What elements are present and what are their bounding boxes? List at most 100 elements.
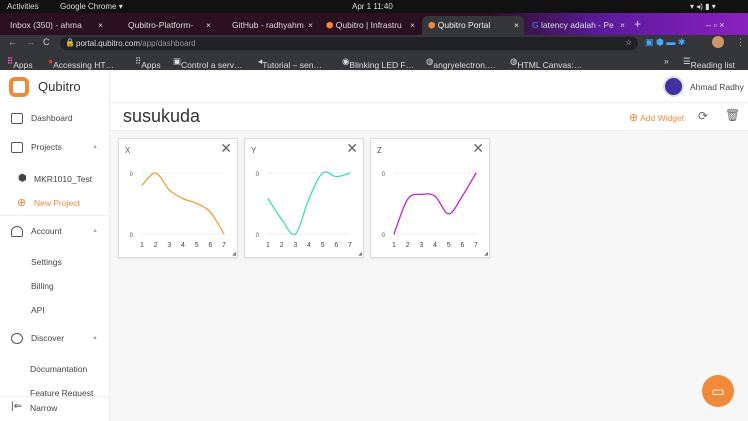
close-icon[interactable]: × xyxy=(308,20,313,30)
sidebar-label: Documantation xyxy=(30,364,88,374)
extension-icons[interactable]: ▣ ⬢ ▬ ✱ xyxy=(645,37,685,48)
bookmark[interactable]: ⠿ Apps xyxy=(7,56,33,70)
data-point xyxy=(168,189,170,191)
bookmarks-bar: ⠿ Apps ● Accessing HT… ⠿ Apps ▣ Control … xyxy=(0,52,748,70)
sidebar-label: Account xyxy=(31,226,62,236)
close-icon[interactable]: × xyxy=(206,20,211,30)
bookmark[interactable]: ◂ Tutorial – sen… xyxy=(258,56,322,70)
forward-icon[interactable]: → xyxy=(26,37,35,47)
url-input[interactable]: 🔒 portal.qubitro.com/app/dashboard ☆ xyxy=(60,37,638,50)
tab-label: latency adalah - Pe xyxy=(541,20,614,30)
data-point xyxy=(223,233,225,235)
bookmark[interactable]: ◍ angryelectron.… xyxy=(426,56,496,70)
data-point xyxy=(461,195,463,197)
data-point xyxy=(448,213,450,215)
data-point xyxy=(475,172,477,174)
close-icon[interactable]: × xyxy=(514,20,519,30)
data-point xyxy=(267,198,269,200)
data-point xyxy=(209,211,211,213)
url-host: portal.qubitro.com xyxy=(76,39,141,48)
sidebar-label: Narrow xyxy=(30,403,58,413)
x-tick-label: 3 xyxy=(419,242,423,249)
qubitro-logo xyxy=(9,77,29,97)
bookmark[interactable]: ⠿ Apps xyxy=(135,56,161,70)
sidebar-label: New Project xyxy=(34,198,80,208)
sidebar: Qubitro Dashboard Projects ▲ ⬢ MKR1010_Tes… xyxy=(0,70,110,421)
y-tick-label: 0 xyxy=(382,172,386,178)
status-icons[interactable]: ▾ ◂) ▮ ▾ xyxy=(690,2,716,11)
x-tick-label: 7 xyxy=(348,242,352,249)
collapse-icon[interactable]: ▲ xyxy=(92,228,98,234)
series-line xyxy=(393,172,477,235)
x-tick-label: 6 xyxy=(334,242,338,249)
tab[interactable]: G latency adalah - Pe × xyxy=(526,16,630,35)
bookmark-label: Accessing HT… xyxy=(53,60,115,70)
data-point xyxy=(335,176,337,178)
bookmark-label: Blinking LED F… xyxy=(349,60,415,70)
page-title: susukuda xyxy=(123,106,201,126)
data-point xyxy=(407,198,409,200)
sidebar-label: Billing xyxy=(31,281,54,291)
data-point xyxy=(141,184,143,186)
back-icon[interactable]: ← xyxy=(8,37,17,47)
widget-card-x[interactable]: X ✕ ◢ 0 0 1 2 3 4 5 6 7 xyxy=(118,138,238,258)
trash-icon[interactable]: 🗑 xyxy=(725,108,740,122)
menu-icon[interactable]: ⋮ xyxy=(736,37,745,48)
bookmark[interactable]: ◍ HTML Canvas:… xyxy=(510,56,582,70)
close-icon[interactable]: × xyxy=(620,20,625,30)
widget-card-z[interactable]: Z ✕ ◢ 0 0 1 2 3 4 5 6 7 xyxy=(370,138,490,258)
tab[interactable]: Qubitro-Platform- × xyxy=(112,16,216,35)
collapse-icon[interactable]: ▲ xyxy=(92,144,98,150)
add-widget-button[interactable]: ⊕ Add Widget xyxy=(629,111,684,124)
top-header: Ahmad Radhy xyxy=(110,70,748,103)
new-tab-button[interactable]: + xyxy=(632,16,648,35)
series-line xyxy=(141,172,225,235)
lock-icon: 🔒 xyxy=(65,38,75,47)
bookmark-label: angryelectron.… xyxy=(433,60,496,70)
tab[interactable]: ⬢ Qubitro | Infrastru × xyxy=(320,16,420,35)
data-point xyxy=(420,193,422,195)
data-point xyxy=(182,198,184,200)
data-point xyxy=(434,195,436,197)
add-widget-label: Add Widget xyxy=(640,113,685,123)
window-controls[interactable]: – ▫ × xyxy=(700,16,746,35)
x-tick-label: 4 xyxy=(181,242,185,249)
x-tick-label: 5 xyxy=(321,242,325,249)
tab-active[interactable]: ⬢ Qubitro Portal × xyxy=(422,16,524,35)
tab-label: GitHub - radhyahm xyxy=(232,20,304,30)
sidebar-label: MKR1010_Test xyxy=(34,174,93,184)
app-menu[interactable]: Google Chrome ▾ xyxy=(60,2,123,11)
x-tick-label: 2 xyxy=(280,242,284,249)
activities[interactable]: Activities xyxy=(7,2,39,11)
reload-icon[interactable]: C xyxy=(43,37,50,47)
user-name[interactable]: Ahmad Radhy xyxy=(690,82,744,92)
more-bookmarks-icon[interactable]: » xyxy=(664,56,669,66)
refresh-icon[interactable]: ⟳ xyxy=(698,109,708,123)
chat-button[interactable]: ▭ xyxy=(702,375,734,407)
chat-icon: ▭ xyxy=(711,383,725,399)
close-icon[interactable]: × xyxy=(98,20,103,30)
tab-label: Qubitro Portal xyxy=(437,20,491,30)
close-icon[interactable]: × xyxy=(410,20,415,30)
collapse-icon[interactable]: ▲ xyxy=(92,335,98,341)
x-tick-label: 3 xyxy=(293,242,297,249)
user-avatar[interactable] xyxy=(663,76,684,97)
tab[interactable]: GitHub - radhyahm × xyxy=(218,16,318,35)
bookmark[interactable]: ● Accessing HT… xyxy=(48,56,114,70)
data-point xyxy=(393,233,395,235)
divider xyxy=(0,396,110,397)
bookmark[interactable]: ▣ Control a serv… xyxy=(173,56,242,70)
data-point xyxy=(155,172,157,174)
line-chart: 001 2 3 4 5 6 7 xyxy=(382,172,478,249)
bookmark[interactable]: ◉ Blinking LED F… xyxy=(342,56,414,70)
reading-list[interactable]: ☰ Reading list xyxy=(683,56,735,70)
x-tick-label: 3 xyxy=(167,242,171,249)
star-icon[interactable]: ☆ xyxy=(625,38,632,47)
plus-circle-icon: ⊕ xyxy=(17,197,27,209)
user-icon xyxy=(11,226,23,237)
profile-avatar[interactable] xyxy=(712,36,724,48)
x-tick-label: 1 xyxy=(392,242,396,249)
brand-name: Qubitro xyxy=(38,79,81,94)
tab[interactable]: Inbox (350) - ahma × xyxy=(4,16,108,35)
widget-card-y[interactable]: Y ✕ ◢ 0 0 1 2 3 4 5 6 7 xyxy=(244,138,364,258)
